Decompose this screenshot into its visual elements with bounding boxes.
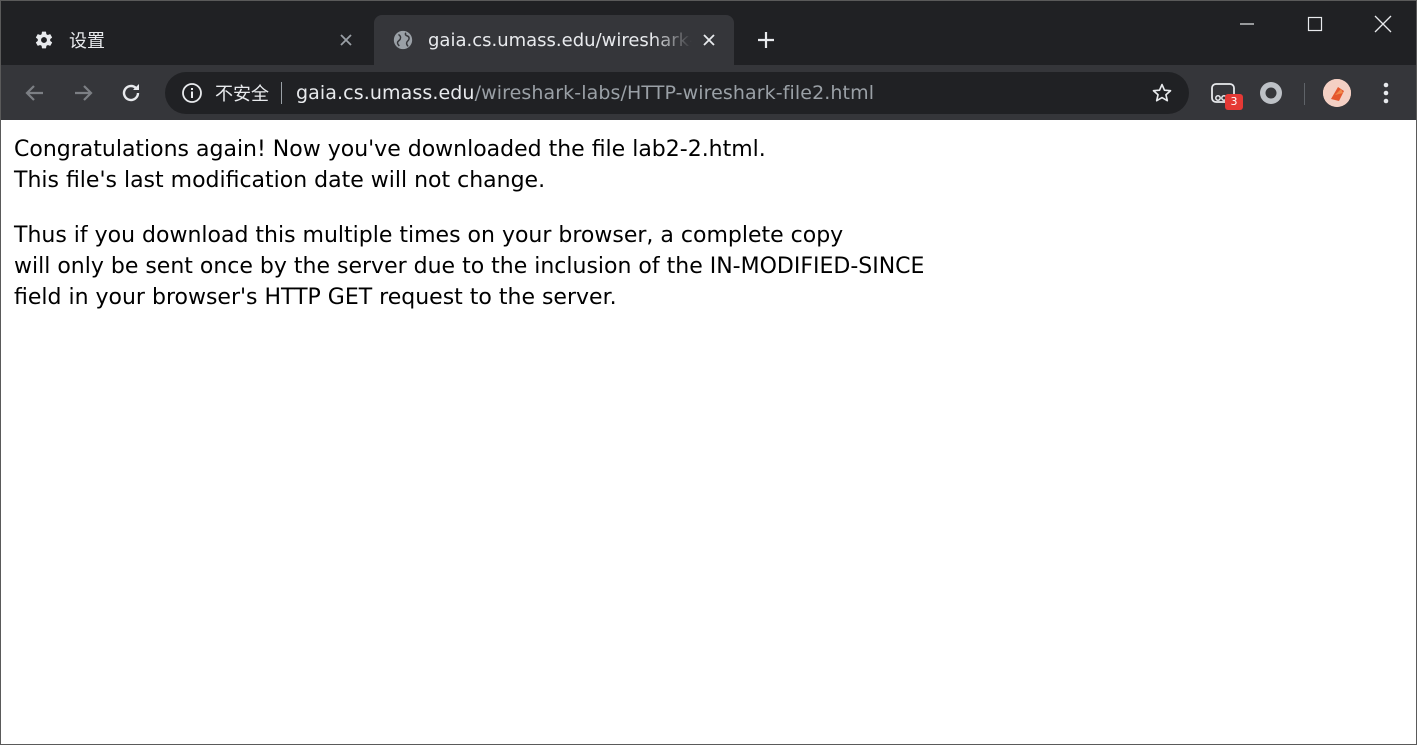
gear-icon	[33, 29, 55, 51]
tab-title: 设置	[69, 31, 105, 52]
close-tab-icon[interactable]	[335, 29, 357, 51]
star-icon[interactable]	[1151, 82, 1173, 104]
browser-toolbar: 不安全 gaia.cs.umass.edu/wireshark-labs/HTT…	[1, 65, 1416, 120]
browser-window: 设置 gaia.cs.umass.edu/wireshark-labs/HTTP…	[0, 0, 1417, 745]
globe-icon	[392, 29, 414, 51]
divider	[281, 82, 282, 104]
close-tab-icon[interactable]	[698, 29, 720, 51]
address-bar[interactable]: 不安全 gaia.cs.umass.edu/wireshark-labs/HTT…	[165, 72, 1189, 114]
text-line: This file's last modification date will …	[14, 168, 546, 193]
minimize-icon[interactable]	[1213, 1, 1281, 47]
extension-icon[interactable]: 3	[1207, 77, 1243, 110]
info-icon[interactable]	[181, 82, 203, 104]
reload-icon[interactable]	[115, 77, 147, 109]
tab-settings[interactable]: 设置	[15, 15, 371, 65]
circle-extension-icon[interactable]	[1255, 77, 1287, 109]
url-path: /wireshark-labs/HTTP-wireshark-file2.htm…	[474, 82, 875, 104]
close-icon[interactable]	[1349, 1, 1416, 47]
plus-icon[interactable]	[753, 27, 779, 53]
tab-wireshark-page[interactable]: gaia.cs.umass.edu/wireshark-labs/HTTP-wi…	[374, 15, 734, 65]
page-content: Congratulations again! Now you've downlo…	[1, 120, 1416, 744]
maximize-icon[interactable]	[1281, 1, 1349, 47]
more-menu-icon[interactable]	[1371, 77, 1401, 109]
extension-badge: 3	[1225, 94, 1243, 110]
paragraph-congratulations: Congratulations again! Now you've downlo…	[14, 134, 766, 196]
url-host: gaia.cs.umass.edu	[296, 82, 475, 104]
tab-strip: 设置 gaia.cs.umass.edu/wireshark-labs/HTTP…	[1, 1, 1416, 65]
text-line: field in your browser's HTTP GET request…	[14, 285, 617, 310]
paragraph-explanation: Thus if you download this multiple times…	[14, 220, 924, 313]
toolbar-divider	[1304, 83, 1305, 105]
url-text[interactable]: gaia.cs.umass.edu/wireshark-labs/HTTP-wi…	[296, 82, 874, 104]
tab-title: gaia.cs.umass.edu/wireshark-labs/HTTP-wi…	[428, 29, 692, 51]
text-line: Thus if you download this multiple times…	[14, 223, 844, 248]
back-arrow-icon[interactable]	[19, 77, 51, 109]
security-label[interactable]: 不安全	[215, 80, 269, 106]
text-line: will only be sent once by the server due…	[14, 254, 925, 279]
forward-arrow-icon[interactable]	[67, 77, 99, 109]
text-line: Congratulations again! Now you've downlo…	[14, 137, 766, 162]
avatar[interactable]	[1323, 79, 1351, 107]
